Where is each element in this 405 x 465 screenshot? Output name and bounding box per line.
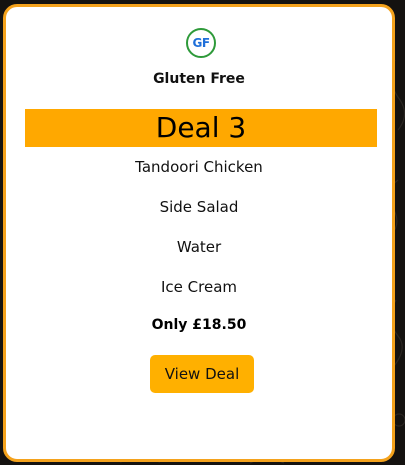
badge-text: GF xyxy=(192,36,210,50)
deal-title: Deal 3 xyxy=(155,111,247,144)
deal-item: Side Salad xyxy=(159,198,239,216)
deal-item: Water xyxy=(176,238,222,256)
diet-label: Gluten Free xyxy=(153,71,245,87)
deal-item: Ice Cream xyxy=(160,278,237,296)
deal-card: GF Gluten Free Deal 3 Tandoori Chicken S… xyxy=(3,4,395,462)
deal-banner: Deal 3 xyxy=(25,109,377,147)
deal-item: Tandoori Chicken xyxy=(135,158,263,176)
view-deal-button[interactable]: View Deal xyxy=(150,355,254,393)
gluten-free-icon: GF xyxy=(186,28,216,58)
deal-price: Only £18.50 xyxy=(151,317,247,333)
